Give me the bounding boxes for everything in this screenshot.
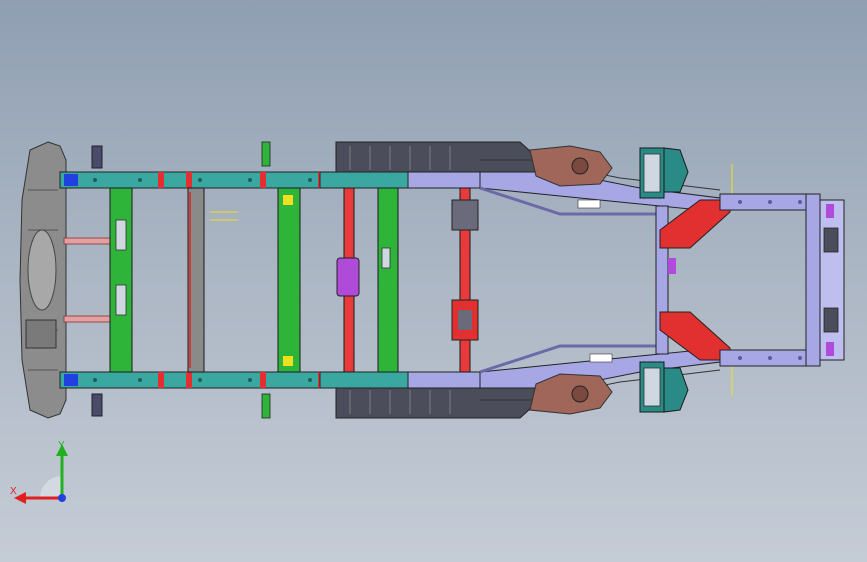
y-axis-label: Y	[58, 440, 65, 451]
front-side-rails	[59, 171, 361, 389]
rear-crossmember	[639, 147, 733, 413]
axis-triad: Y X	[10, 440, 68, 504]
front-bumper	[19, 141, 67, 419]
x-axis-label: X	[10, 486, 17, 497]
cad-viewport[interactable]: Y X	[0, 0, 867, 562]
chassis-frame-model[interactable]	[0, 0, 867, 562]
z-axis-dot	[58, 494, 66, 502]
red-crossmember	[336, 187, 479, 373]
triad-base-shadow	[40, 476, 62, 498]
rear-kickup-rails	[479, 159, 721, 401]
rear-frame-extension	[719, 193, 845, 367]
